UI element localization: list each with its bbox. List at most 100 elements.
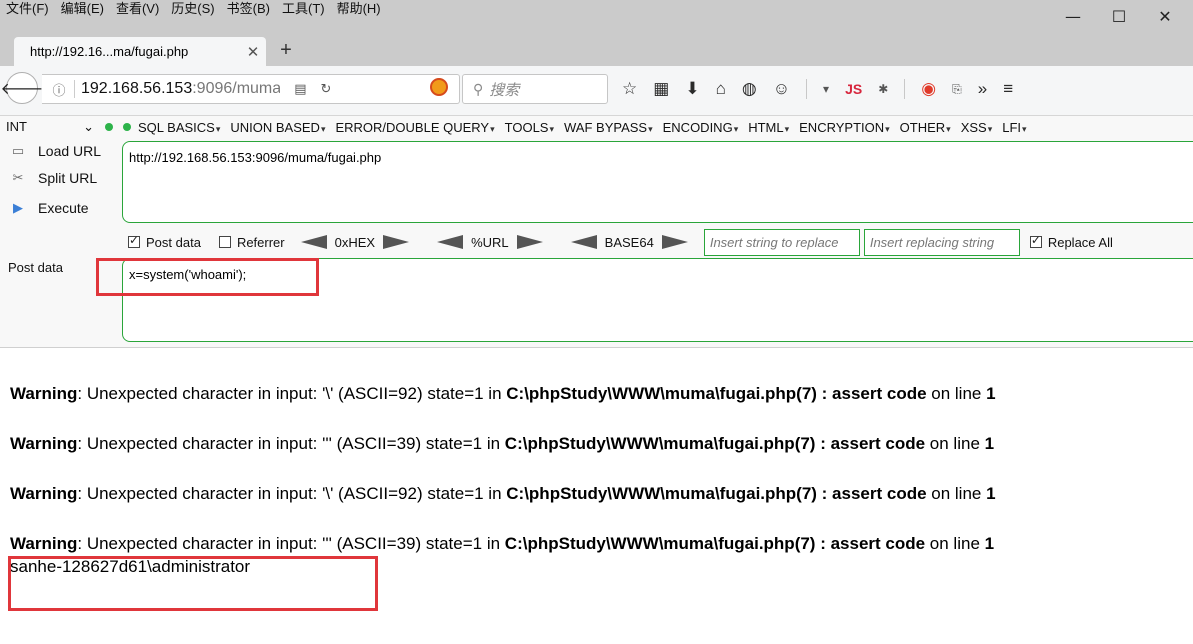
green-dot-icon	[123, 123, 131, 131]
warning-label: Warning	[10, 484, 78, 503]
tab-title: http://192.16...ma/fugai.php	[30, 44, 189, 59]
split-url-button[interactable]: ✂ Split URL	[8, 170, 98, 186]
load-url-button[interactable]: ▭ Load URL	[8, 143, 101, 159]
bug-icon[interactable]: ✱	[878, 82, 888, 96]
scissors-icon: ✂	[12, 170, 24, 185]
menu-union-based[interactable]: UNION BASED	[230, 120, 325, 135]
new-tab-button[interactable]: +	[276, 39, 296, 62]
menu-waf-bypass[interactable]: WAF BYPASS	[564, 120, 653, 135]
downloads-icon[interactable]: ⬇	[685, 79, 699, 99]
back-button[interactable]: 🡐	[1, 72, 43, 104]
globe-icon[interactable]: ◍	[742, 79, 757, 99]
replace-find-input[interactable]: Insert string to replace	[703, 228, 860, 256]
warning-tail: on line	[926, 384, 987, 403]
hackbar-url-field[interactable]: http://192.168.56.153:9096/muma/fugai.ph…	[122, 141, 1193, 223]
warning-path: C:\phpStudy\WWW\muma\fugai.php(7) : asse…	[504, 534, 926, 553]
referrer-checkbox[interactable]	[218, 236, 231, 248]
warning-tail: on line	[926, 484, 987, 503]
no-flash-icon[interactable]	[430, 78, 448, 96]
load-url-icon: ▭	[11, 143, 25, 158]
overflow-chevron-icon[interactable]: »	[978, 79, 987, 99]
back-arrow-icon: 🡐	[0, 80, 44, 98]
home-icon[interactable]: ⌂	[716, 79, 726, 99]
tab-close-icon[interactable]: ✕	[240, 43, 266, 61]
maximize-button[interactable]: ☐	[1096, 2, 1142, 30]
search-input[interactable]: ⚲ 搜索	[462, 74, 608, 104]
addon-red-icon[interactable]: ◉	[921, 79, 936, 99]
minimize-button[interactable]: —	[1050, 2, 1096, 30]
highlight-output	[8, 556, 378, 611]
hex-label: 0xHEX	[334, 234, 376, 250]
menu-lfi[interactable]: LFI	[1002, 120, 1026, 135]
menu-view[interactable]: 查看(V)	[116, 0, 159, 20]
address-bar[interactable]: ⓘ 192.168.56.153 :9096/muma/fu( ▤ ↻	[42, 74, 460, 104]
replace-all-label: Replace All	[1047, 234, 1113, 250]
bookmark-star-icon[interactable]: ☆	[622, 79, 637, 99]
replace-with-input[interactable]: Insert replacing string	[863, 228, 1020, 256]
menu-sql-basics[interactable]: SQL BASICS	[138, 120, 220, 135]
base64-decode-arrow-icon[interactable]	[570, 235, 597, 249]
js-toggle-icon[interactable]: JS	[845, 81, 862, 97]
menu-bar: 文件(F) 编辑(E) 查看(V) 历史(S) 书签(B) 工具(T) 帮助(H…	[6, 0, 381, 20]
warning-path: C:\phpStudy\WWW\muma\fugai.php(7) : asse…	[504, 434, 926, 453]
chevron-down-icon: ⌄	[83, 119, 94, 134]
referrer-option-label: Referrer	[236, 234, 285, 250]
menu-file[interactable]: 文件(F)	[6, 0, 49, 20]
hamburger-menu-icon[interactable]: ≡	[1003, 79, 1013, 99]
menu-xss[interactable]: XSS	[961, 120, 993, 135]
toolbar-separator	[806, 79, 808, 99]
url-host: 192.168.56.153	[81, 80, 193, 97]
hackbar-select[interactable]: INT ⌄	[6, 119, 98, 135]
warning-message: : Unexpected character in input: '\' (AS…	[77, 384, 507, 403]
warning-line: Warning: Unexpected character in input: …	[10, 534, 994, 554]
dropdown-icon[interactable]: ▾	[823, 82, 829, 96]
load-url-label: Load URL	[38, 143, 102, 159]
palette-icon[interactable]: ☺	[773, 79, 790, 99]
search-icon: ⚲	[473, 80, 484, 97]
menu-tools[interactable]: 工具(T)	[282, 0, 325, 20]
toolbar-icons: ☆ ▦ ⬇ ⌂ ◍ ☺ ▾ JS ✱ ◉ ⎘ » ≡	[622, 74, 1013, 104]
post-data-checkbox[interactable]	[128, 233, 140, 248]
warning-tail: on line	[925, 534, 985, 553]
reading-list-icon[interactable]: ▦	[653, 79, 669, 99]
search-placeholder: 搜索	[489, 81, 520, 99]
menu-other[interactable]: OTHER	[900, 120, 951, 135]
post-data-label: Post data	[8, 260, 63, 275]
base64-encode-arrow-icon[interactable]	[661, 235, 688, 249]
execute-label: Execute	[38, 200, 89, 216]
reload-icon[interactable]: ↻	[321, 81, 332, 97]
hex-decode-arrow-icon[interactable]	[300, 235, 327, 249]
highlight-post-data	[96, 258, 319, 296]
share-icon[interactable]: ⎘	[952, 82, 962, 97]
close-window-button[interactable]: ✕	[1142, 2, 1188, 30]
warning-line: Warning: Unexpected character in input: …	[10, 484, 996, 504]
replace-all-checkbox[interactable]	[1029, 233, 1042, 248]
url-decode-arrow-icon[interactable]	[437, 235, 464, 249]
warning-path: C:\phpStudy\WWW\muma\fugai.php(7) : asse…	[506, 384, 927, 403]
execute-button[interactable]: ▶ Execute	[8, 200, 89, 216]
reader-view-icon[interactable]: ▤	[294, 81, 306, 97]
menu-error-double-query[interactable]: ERROR/DOUBLE QUERY	[335, 120, 494, 135]
warning-message: : Unexpected character in input: ''' (AS…	[77, 434, 505, 453]
menu-edit[interactable]: 编辑(E)	[61, 0, 104, 20]
hackbar-options: Post data Referrer 0xHEX %URL BASE64 Ins…	[128, 228, 1113, 256]
url-encode-arrow-icon[interactable]	[516, 235, 543, 249]
menu-html[interactable]: HTML	[748, 120, 789, 135]
url-separator	[74, 80, 75, 98]
green-dot-icon	[105, 123, 113, 131]
warning-label: Warning	[10, 434, 78, 453]
tab-active[interactable]: http://192.16...ma/fugai.php ✕	[14, 37, 266, 66]
menu-encoding[interactable]: ENCODING	[663, 120, 739, 135]
info-icon[interactable]: ⓘ	[48, 80, 70, 99]
warning-line-number: 1	[984, 534, 995, 553]
hackbar-menu: INT ⌄ SQL BASICS UNION BASED ERROR/DOUBL…	[6, 117, 1033, 137]
warning-message: : Unexpected character in input: ''' (AS…	[77, 534, 505, 553]
hex-encode-arrow-icon[interactable]	[383, 235, 410, 249]
warning-line: Warning: Unexpected character in input: …	[10, 384, 996, 404]
menu-history[interactable]: 历史(S)	[171, 0, 214, 20]
menu-help[interactable]: 帮助(H)	[337, 0, 381, 20]
menu-tools-hb[interactable]: TOOLS	[505, 120, 554, 135]
menu-bookmarks[interactable]: 书签(B)	[227, 0, 270, 20]
warning-tail: on line	[925, 434, 985, 453]
menu-encryption[interactable]: ENCRYPTION	[799, 120, 890, 135]
